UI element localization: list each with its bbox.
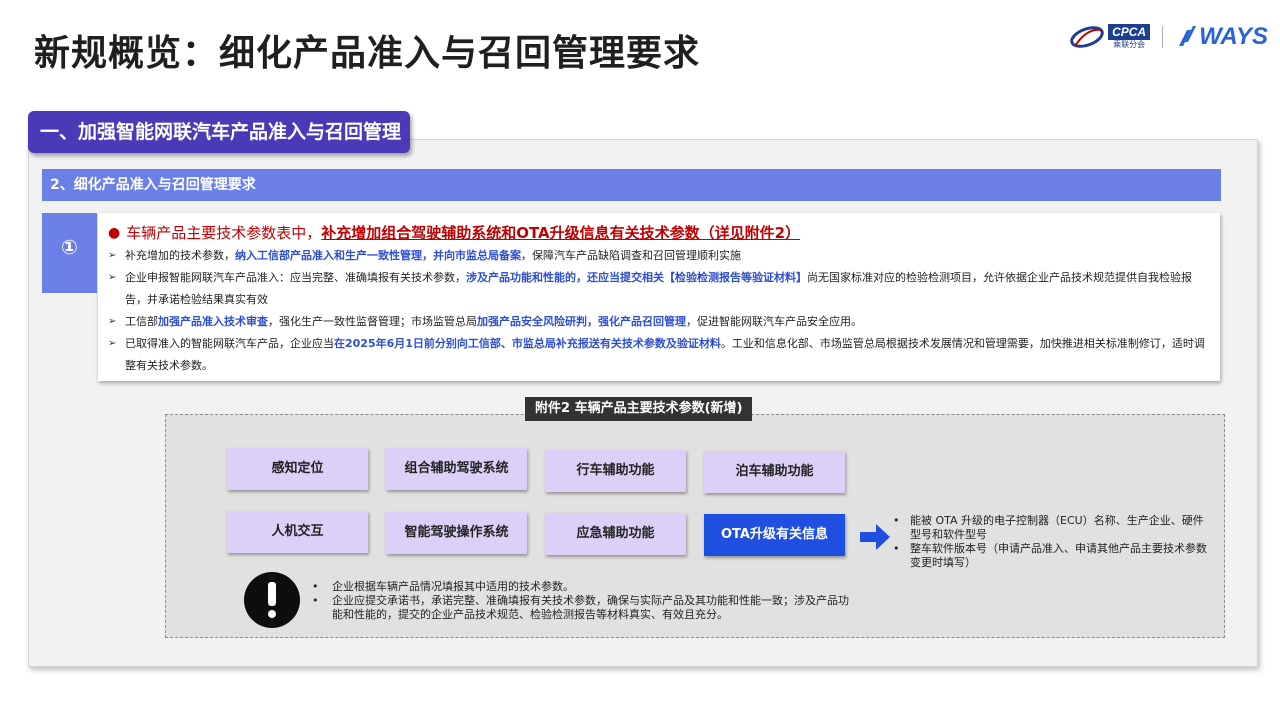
param-box-driving-assist: 行车辅助功能 xyxy=(545,450,686,492)
arrow-bullet-icon: ➢ xyxy=(108,250,117,261)
notes-list: • 企业根据车辆产品情况填报其中适用的技术参数。 • 企业应提交承诺书，承诺完整… xyxy=(312,580,857,622)
arrow-bullet-icon: ➢ xyxy=(108,338,117,349)
param-box-parking-assist: 泊车辅助功能 xyxy=(704,451,845,493)
logo-divider xyxy=(1162,26,1164,48)
list-item: • 企业根据车辆产品情况填报其中适用的技术参数。 xyxy=(312,580,574,593)
annex-label: 附件2 车辆产品主要技术参数(新增) xyxy=(525,397,753,421)
cpca-subtext: 乘联分会 xyxy=(1113,40,1146,49)
headline: ● 车辆产品主要技术参数表中， 补充增加组合驾驶辅助系统和OTA升级信息有关技术… xyxy=(108,221,1210,245)
sub-header: 2、细化产品准入与召回管理要求 xyxy=(42,169,1221,201)
param-box-hmi: 人机交互 xyxy=(227,511,368,553)
ways-logo: WAYS xyxy=(1175,23,1268,51)
cpca-swoosh-icon xyxy=(1070,26,1104,48)
cpca-logo: CPCA 乘联分会 xyxy=(1069,24,1151,50)
param-box-os: 智能驾驶操作系统 xyxy=(386,512,527,554)
page-title: 新规概览：细化产品准入与召回管理要求 xyxy=(34,33,701,74)
list-item: ➢ 已取得准入的智能网联汽车产品，企业应当在2025年6月1日前分别向工信部、市… xyxy=(108,333,1210,377)
ways-mark-icon xyxy=(1179,26,1197,46)
list-item: • 企业应提交承诺书，承诺完整、准确填报有关技术参数，确保与实际产品及其功能和性… xyxy=(312,594,849,621)
headline-prefix: 车辆产品主要技术参数表中， xyxy=(126,224,322,242)
logo-group: CPCA 乘联分会 WAYS xyxy=(1069,20,1268,54)
param-box-emergency: 应急辅助功能 xyxy=(545,513,686,555)
param-box-perception: 感知定位 xyxy=(227,448,368,490)
list-item: ➢ 工信部加强产品准入技术审查，强化生产一致性监督管理；市场监管总局加强产品安全… xyxy=(108,311,1210,333)
headline-emphasis: 补充增加组合驾驶辅助系统和OTA升级信息有关技术参数（详见附件2） xyxy=(321,224,801,242)
param-box-adas: 组合辅助驾驶系统 xyxy=(386,448,527,490)
list-item: ➢ 补充增加的技术参数，纳入工信部产品准入和生产一致性管理，并向市监总局备案，保… xyxy=(108,245,1210,267)
right-arrow-icon xyxy=(860,524,890,550)
bullet-dot-icon: • xyxy=(893,542,900,555)
cpca-text: CPCA xyxy=(1108,24,1151,40)
bullet-dot-icon: • xyxy=(893,514,900,527)
ota-info-list: • 能被 OTA 升级的电子控制器（ECU）名称、生产企业、硬件型号和软件型号 … xyxy=(893,514,1213,570)
list-item: • 整车软件版本号（申请产品准入、申请其他产品主要技术参数变更时填写） xyxy=(893,542,1207,569)
arrow-bullet-icon: ➢ xyxy=(108,272,117,283)
red-dot-icon: ● xyxy=(108,225,121,241)
content-box: ● 车辆产品主要技术参数表中， 补充增加组合驾驶辅助系统和OTA升级信息有关技术… xyxy=(98,213,1220,381)
bullet-dot-icon: • xyxy=(312,594,319,607)
ways-text: WAYS xyxy=(1199,23,1268,50)
exclamation-icon xyxy=(244,572,300,628)
number-badge: ① xyxy=(42,213,97,293)
arrow-bullet-icon: ➢ xyxy=(108,316,117,327)
bullet-dot-icon: • xyxy=(312,580,319,593)
section-tab: 一、加强智能网联汽车产品准入与召回管理 xyxy=(28,111,410,153)
param-box-ota: OTA升级有关信息 xyxy=(704,514,845,556)
list-item: ➢ 企业申报智能网联汽车产品准入：应当完整、准确填报有关技术参数，涉及产品功能和… xyxy=(108,267,1210,311)
list-item: • 能被 OTA 升级的电子控制器（ECU）名称、生产企业、硬件型号和软件型号 xyxy=(893,514,1204,541)
